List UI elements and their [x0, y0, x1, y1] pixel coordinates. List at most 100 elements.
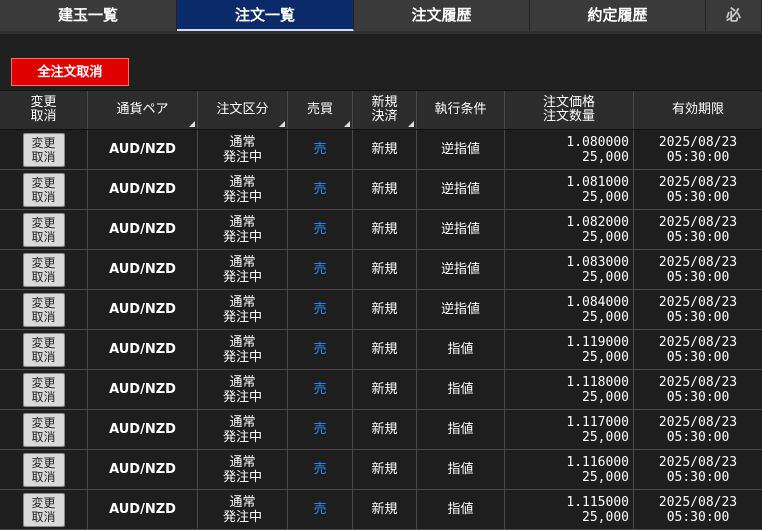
tab-execution-history[interactable]: 約定履歴 [530, 0, 706, 31]
order-status: 発注中 [222, 269, 262, 285]
side-cell: 売 [288, 210, 353, 249]
condition-cell: 指値 [417, 330, 505, 369]
table-row: 変更 取消 AUD/NZD 通常 発注中売新規 指値 1.118000 25,000 2025/… [0, 370, 762, 410]
change-label: 変更 [31, 495, 56, 510]
change-cancel-cell: 変更 取消 [0, 370, 88, 409]
pair-cell: AUD/NZD [88, 370, 198, 409]
change-cancel-button[interactable]: 変更 取消 [22, 372, 65, 407]
expiry-date: 2025/08/23 [658, 334, 738, 350]
condition-cell: 指値 [417, 370, 505, 409]
expiry-cell: 2025/08/23 05:30:00 [634, 450, 762, 489]
side-cell: 売 [288, 170, 353, 209]
change-cancel-button[interactable]: 変更 取消 [22, 412, 65, 447]
col-order-type[interactable]: 注文区分 [198, 91, 288, 129]
table-row: 変更 取消 AUD/NZD 通常 発注中売新規 指値 1.115000 25,000 2025/… [0, 490, 762, 530]
order-price: 1.115000 [566, 494, 629, 510]
tab-order-history[interactable]: 注文履歴 [354, 0, 530, 31]
order-status: 発注中 [222, 149, 262, 165]
order-quantity: 25,000 [582, 309, 629, 325]
cancel-all-orders-button[interactable]: 全注文取消 [11, 58, 129, 86]
change-cancel-cell: 変更 取消 [0, 210, 88, 249]
cancel-label: 取消 [31, 309, 56, 324]
expiry-time: 05:30:00 [666, 189, 730, 205]
sort-icon [408, 121, 414, 127]
open-close-cell: 新規 [353, 210, 417, 249]
change-cancel-button[interactable]: 変更 取消 [22, 492, 65, 527]
expiry-time: 05:30:00 [666, 389, 730, 405]
tab-more[interactable]: 必 [706, 0, 762, 31]
order-status: 発注中 [222, 189, 262, 205]
change-cancel-cell: 変更 取消 [0, 130, 88, 169]
side-cell: 売 [288, 490, 353, 529]
col-open-close[interactable]: 新規 決済 [353, 91, 417, 129]
condition-cell: 指値 [417, 490, 505, 529]
expiry-cell: 2025/08/23 05:30:00 [634, 370, 762, 409]
expiry-date: 2025/08/23 [658, 174, 738, 190]
open-close-cell: 新規 [353, 490, 417, 529]
order-quantity: 25,000 [582, 349, 629, 365]
change-cancel-button[interactable]: 変更 取消 [22, 292, 65, 327]
order-type: 通常 [229, 254, 256, 270]
col-pair[interactable]: 通貨ペア [88, 91, 198, 129]
col-price-label: 注文価格 [542, 95, 595, 110]
change-cancel-cell: 変更 取消 [0, 250, 88, 289]
cancel-label: 取消 [31, 349, 56, 364]
toolbar: 全注文取消 [0, 34, 762, 90]
col-change-label: 変更 [30, 95, 57, 110]
order-price: 1.082000 [566, 214, 629, 230]
open-close-cell: 新規 [353, 410, 417, 449]
change-label: 変更 [31, 295, 56, 310]
tab-orders[interactable]: 注文一覧 [177, 0, 354, 31]
tab-bar: 建玉一覧 注文一覧 注文履歴 約定履歴 必 [0, 0, 762, 35]
change-cancel-button[interactable]: 変更 取消 [22, 172, 65, 207]
change-cancel-button[interactable]: 変更 取消 [22, 212, 65, 247]
change-label: 変更 [31, 455, 56, 470]
cancel-label: 取消 [31, 229, 56, 244]
condition-cell: 指値 [417, 410, 505, 449]
price-qty-cell: 1.115000 25,000 [505, 490, 634, 529]
order-status: 発注中 [222, 349, 262, 365]
expiry-date: 2025/08/23 [658, 294, 738, 310]
table-row: 変更 取消 AUD/NZD 通常 発注中売新規 逆指値 1.080000 25,000 2025… [0, 130, 762, 170]
change-cancel-button[interactable]: 変更 取消 [22, 252, 65, 287]
order-type: 通常 [229, 134, 256, 150]
pair-cell: AUD/NZD [88, 410, 198, 449]
cancel-label: 取消 [31, 269, 56, 284]
condition-cell: 指値 [417, 450, 505, 489]
cancel-label: 取消 [31, 429, 56, 444]
order-status: 発注中 [222, 429, 262, 445]
order-type-cell: 通常 発注中 [198, 290, 288, 329]
col-qty-label: 注文数量 [542, 109, 595, 124]
order-quantity: 25,000 [582, 429, 629, 445]
col-expiry: 有効期限 [671, 102, 724, 117]
sort-icon [189, 121, 195, 127]
price-qty-cell: 1.082000 25,000 [505, 210, 634, 249]
condition-cell: 逆指値 [417, 130, 505, 169]
order-type: 通常 [229, 454, 256, 470]
change-cancel-button[interactable]: 変更 取消 [22, 452, 65, 487]
tab-positions[interactable]: 建玉一覧 [0, 0, 177, 31]
col-change-cancel: 変更 取消 [0, 91, 88, 129]
col-cancel-label: 取消 [30, 109, 57, 124]
sort-icon [279, 121, 285, 127]
change-label: 変更 [31, 215, 56, 230]
order-price: 1.117000 [566, 414, 629, 430]
order-type-cell: 通常 発注中 [198, 330, 288, 369]
pair-cell: AUD/NZD [88, 450, 198, 489]
side-cell: 売 [288, 370, 353, 409]
change-cancel-button[interactable]: 変更 取消 [22, 332, 65, 367]
table-row: 変更 取消 AUD/NZD 通常 発注中売新規 逆指値 1.083000 25,000 2025… [0, 250, 762, 290]
order-status: 発注中 [222, 309, 262, 325]
expiry-time: 05:30:00 [666, 149, 730, 165]
change-label: 変更 [31, 375, 56, 390]
change-cancel-button[interactable]: 変更 取消 [22, 132, 65, 167]
change-label: 変更 [31, 335, 56, 350]
change-cancel-cell: 変更 取消 [0, 290, 88, 329]
order-type-cell: 通常 発注中 [198, 370, 288, 409]
order-type: 通常 [229, 414, 256, 430]
open-close-cell: 新規 [353, 450, 417, 489]
order-type-cell: 通常 発注中 [198, 210, 288, 249]
col-side[interactable]: 売買 [288, 91, 353, 129]
price-qty-cell: 1.119000 25,000 [505, 330, 634, 369]
order-price: 1.083000 [566, 254, 629, 270]
